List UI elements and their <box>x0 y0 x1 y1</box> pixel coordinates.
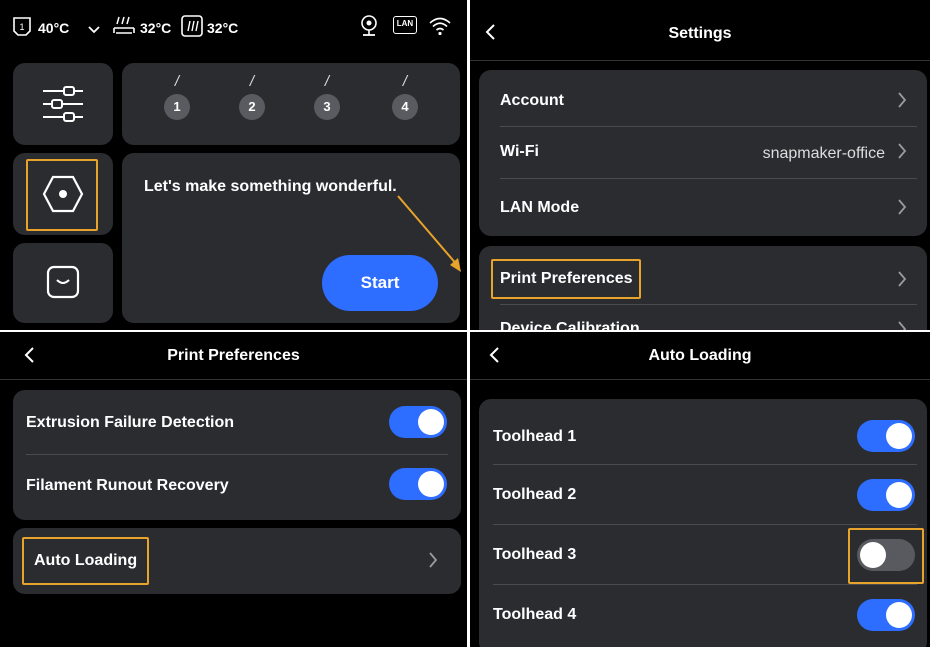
wifi-icon[interactable] <box>428 16 452 41</box>
slot-4-material: / <box>402 73 408 90</box>
lan-icon: LAN <box>393 16 417 34</box>
print-preferences-screen: Print Preferences Extrusion Failure Dete… <box>0 332 467 647</box>
slot-1-number: 1 <box>164 94 190 120</box>
settings-row-wifi[interactable]: Wi-Fi snapmaker-office <box>479 126 927 178</box>
auto-loading-screen: Auto Loading Toolhead 1 Toolhead 2 Toolh… <box>470 332 930 647</box>
chevron-right-icon <box>897 91 907 114</box>
slot-4[interactable]: / 4 <box>390 73 420 120</box>
filament-slots: / 1 / 2 / 3 / 4 <box>122 63 460 145</box>
slot-2[interactable]: / 2 <box>237 73 267 120</box>
settings-row-account[interactable]: Account <box>479 70 927 125</box>
bed-temp: 32°C <box>140 20 172 36</box>
filament-runout-label: Filament Runout Recovery <box>26 477 229 494</box>
welcome-message: Let's make something wonderful. <box>144 178 397 195</box>
toolhead-1-label: Toolhead 1 <box>493 428 577 445</box>
start-label: Start <box>360 273 400 292</box>
settings-group-1: Account Wi-Fi snapmaker-office LAN Mode <box>479 70 927 236</box>
toolhead-4-toggle[interactable] <box>857 599 915 631</box>
toolhead-group: Toolhead 1 Toolhead 2 Toolhead 3 Toolhea… <box>479 399 927 647</box>
settings-screen: Settings Account Wi-Fi snapmaker-office … <box>470 0 930 330</box>
print-preferences-title: Print Preferences <box>167 347 300 364</box>
chamber-temp: 32°C <box>207 20 239 36</box>
slot-3-material: / <box>324 73 330 90</box>
print-preferences-group: Extrusion Failure Detection Filament Run… <box>13 390 461 520</box>
settings-row-device-calibration[interactable]: Device Calibration <box>479 304 927 330</box>
chevron-right-icon <box>897 270 907 293</box>
wifi-network-value: snapmaker-office <box>762 145 885 162</box>
header-divider <box>470 379 930 380</box>
toolhead-1-row: Toolhead 1 <box>479 399 927 464</box>
tray-icon <box>46 265 80 304</box>
adjust-button[interactable] <box>13 63 113 145</box>
header-divider <box>470 60 930 61</box>
highlight-print-preferences <box>491 259 641 299</box>
filament-runout-row: Filament Runout Recovery <box>13 454 461 520</box>
toolhead-4-row: Toolhead 4 <box>479 584 927 644</box>
auto-loading-title: Auto Loading <box>648 347 752 364</box>
highlight-auto-loading <box>22 537 149 585</box>
home-screen: 1 40°C 32°C 32°C LAN / 1 / 2 / 3 / 4 Let… <box>0 0 467 330</box>
highlight-toolhead-3-toggle <box>848 528 924 584</box>
settings-row-lan-mode[interactable]: LAN Mode <box>479 178 927 236</box>
extrusion-failure-row: Extrusion Failure Detection <box>13 390 461 454</box>
extrusion-failure-label: Extrusion Failure Detection <box>26 414 235 431</box>
chamber-heat-icon <box>181 15 203 42</box>
chevron-right-icon <box>897 142 907 165</box>
toolhead-2-toggle[interactable] <box>857 479 915 511</box>
camera-icon[interactable] <box>359 14 379 43</box>
extrusion-failure-toggle[interactable] <box>389 406 447 438</box>
chevron-down-icon[interactable] <box>88 22 100 40</box>
highlight-hexagon <box>26 159 98 231</box>
slot-4-number: 4 <box>392 94 418 120</box>
toggle-knob <box>418 471 444 497</box>
toggle-knob <box>886 423 912 449</box>
toolhead-2-label: Toolhead 2 <box>493 486 577 503</box>
settings-title: Settings <box>668 25 732 42</box>
slot-3[interactable]: / 3 <box>312 73 342 120</box>
slot-1[interactable]: / 1 <box>162 73 192 120</box>
bed-heat-icon <box>112 14 136 43</box>
filament-runout-toggle[interactable] <box>389 468 447 500</box>
account-label: Account <box>500 92 564 109</box>
message-card: Let's make something wonderful. Start <box>122 153 460 323</box>
chevron-right-icon <box>897 198 907 221</box>
toolhead-1-toggle[interactable] <box>857 420 915 452</box>
toggle-knob <box>886 602 912 628</box>
toolhead-2-row: Toolhead 2 <box>479 464 927 524</box>
wifi-label: Wi-Fi <box>500 143 539 160</box>
toolhead-temp: 40°C <box>38 20 70 36</box>
slot-2-number: 2 <box>239 94 265 120</box>
filament-button[interactable] <box>13 243 113 323</box>
toolhead-icon: 1 <box>12 16 32 43</box>
toggle-knob <box>418 409 444 435</box>
slot-2-material: / <box>249 73 255 90</box>
toolhead-4-label: Toolhead 4 <box>493 606 577 623</box>
lan-badge-text: LAN <box>396 19 414 28</box>
chevron-right-icon <box>428 551 438 574</box>
start-button[interactable]: Start <box>322 255 438 311</box>
slot-1-material: / <box>174 73 180 90</box>
toggle-knob <box>886 482 912 508</box>
slot-3-number: 3 <box>314 94 340 120</box>
svg-text:1: 1 <box>19 22 24 32</box>
lan-mode-label: LAN Mode <box>500 199 580 216</box>
header-divider <box>0 379 467 380</box>
chevron-right-icon <box>897 320 907 330</box>
device-calibration-label: Device Calibration <box>500 320 640 330</box>
sliders-icon <box>41 85 85 128</box>
toolhead-3-label: Toolhead 3 <box>493 546 577 563</box>
